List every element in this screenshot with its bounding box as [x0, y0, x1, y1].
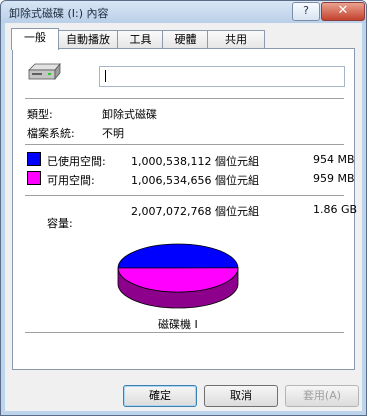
capacity-label: 容量: [47, 217, 73, 230]
text-caret [105, 70, 106, 82]
separator [25, 144, 344, 145]
close-button[interactable]: ✕ [321, 2, 365, 21]
help-button[interactable]: ? [292, 2, 320, 21]
used-space-slice [117, 243, 239, 269]
general-tab-panel: 類型: 卸除式磁碟 檔案系統: 不明 已使用空間: 1,000,538,112 … [12, 48, 358, 370]
filesystem-value: 不明 [102, 127, 124, 140]
used-space-size: 954 MB [313, 153, 355, 166]
properties-dialog: 卸除式磁碟 (I:) 內容 ? ✕ 一般 自動播放 工具 硬體 共用 類型: 卸… [0, 0, 367, 416]
free-space-bytes: 1,006,534,656 個位元組 [131, 174, 259, 187]
separator [25, 98, 344, 99]
tab-general[interactable]: 一般 [11, 28, 59, 50]
type-value: 卸除式磁碟 [102, 108, 157, 121]
tab-tools[interactable]: 工具 [117, 30, 164, 48]
volume-name-input[interactable] [99, 66, 345, 87]
capacity-size: 1.86 GB [313, 203, 358, 216]
disk-usage-pie-chart [117, 243, 239, 309]
dialog-client-area: 一般 自動播放 工具 硬體 共用 類型: 卸除式磁碟 檔案系統: 不明 已使用空… [5, 23, 362, 411]
window-title: 卸除式磁碟 (I:) 內容 [9, 7, 109, 20]
type-label: 類型: [27, 108, 53, 121]
removable-drive-icon [28, 62, 61, 81]
free-space-size: 959 MB [313, 172, 355, 185]
capacity-bytes: 2,007,072,768 個位元組 [131, 205, 259, 218]
used-space-swatch [27, 152, 41, 166]
filesystem-label: 檔案系統: [27, 127, 75, 140]
separator [25, 195, 344, 196]
cancel-button[interactable]: 取消 [204, 385, 278, 407]
tab-autoplay[interactable]: 自動播放 [57, 30, 119, 48]
title-bar[interactable]: 卸除式磁碟 (I:) 內容 ? ✕ [1, 1, 366, 23]
free-space-label: 可用空間: [47, 174, 95, 187]
tab-sharing[interactable]: 共用 [207, 30, 265, 48]
tab-hardware[interactable]: 硬體 [162, 30, 209, 48]
drive-caption: 磁碟機 I [158, 318, 198, 331]
used-space-bytes: 1,000,538,112 個位元組 [131, 155, 259, 168]
used-space-label: 已使用空間: [47, 155, 106, 168]
ok-button[interactable]: 確定 [123, 385, 197, 407]
apply-button[interactable]: 套用(A) [285, 385, 359, 407]
free-space-swatch [27, 171, 41, 185]
separator [25, 332, 344, 333]
